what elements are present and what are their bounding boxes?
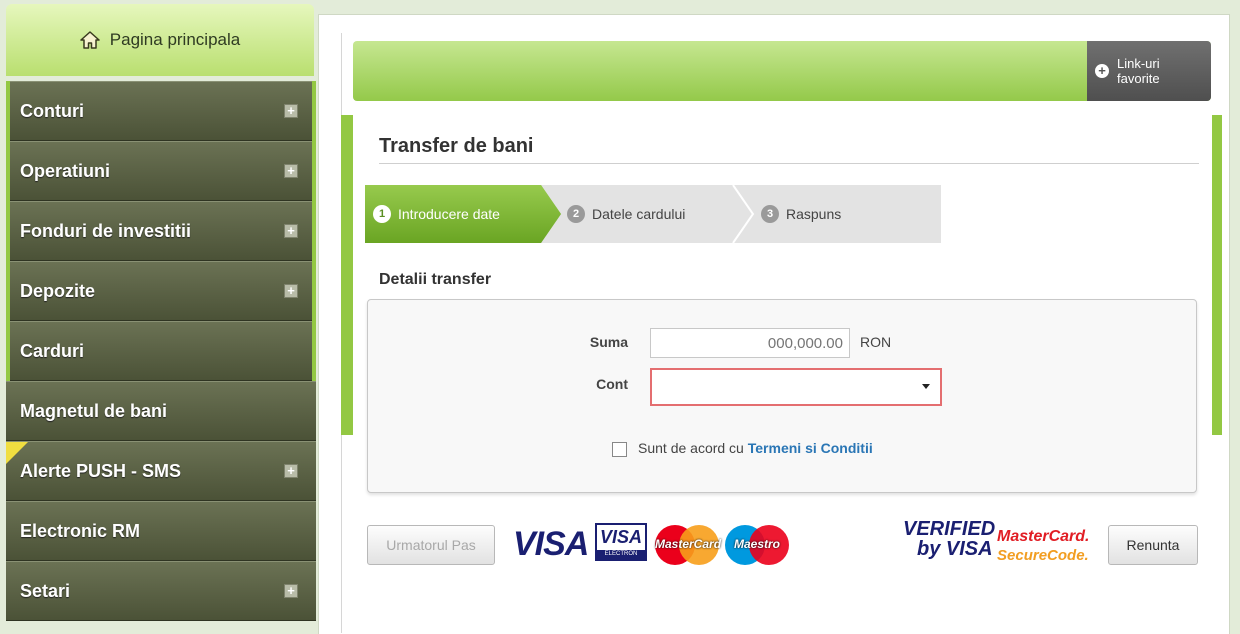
next-step-button[interactable]: Urmatorul Pas: [367, 525, 495, 565]
expand-icon[interactable]: +: [284, 584, 298, 598]
maestro-text: Maestro: [733, 537, 780, 551]
home-icon: [80, 31, 100, 49]
sidebar-item-label: Magnetul de bani: [20, 400, 168, 421]
by-visa-text: by VISA: [917, 538, 993, 560]
step-3: 3 Raspuns: [761, 185, 841, 243]
dropdown-arrow-icon: [922, 384, 930, 389]
sidebar-item-conturi[interactable]: Conturi +: [6, 81, 316, 141]
new-badge-icon: [6, 442, 28, 464]
sidebar-item-alerte[interactable]: Alerte PUSH - SMS +: [6, 441, 316, 501]
terms-checkbox[interactable]: [612, 442, 627, 457]
sidebar: Pagina principala Conturi + Operatiuni +…: [6, 4, 316, 634]
sidebar-item-fonduri[interactable]: Fonduri de investitii +: [6, 201, 316, 261]
visa-electron-text: VISA: [600, 527, 643, 547]
step-label: Introducere date: [398, 206, 500, 222]
sidebar-menu: Conturi + Operatiuni + Fonduri de invest…: [6, 81, 316, 621]
home-link[interactable]: Pagina principala: [6, 4, 314, 76]
agree-text: Sunt de acord cu: [638, 440, 744, 456]
expand-icon[interactable]: +: [284, 104, 298, 118]
visa-electron-logo: VISA ELECTRON: [595, 523, 647, 561]
wizard-steps: 1 Introducere date 2 Datele cardului 3 R…: [365, 185, 941, 243]
step-number: 1: [373, 205, 391, 223]
terms-link[interactable]: Termeni si Conditii: [748, 440, 873, 456]
sidebar-item-label: Depozite: [20, 280, 96, 301]
home-label: Pagina principala: [109, 30, 241, 49]
sidebar-accent-right: [312, 81, 316, 381]
step-number: 2: [567, 205, 585, 223]
favorites-label-line1: Link-uri: [1117, 56, 1160, 71]
securecode-brand-text: MasterCard.: [997, 528, 1090, 545]
content-accent-left: [341, 115, 353, 435]
verified-text: VERIFIED: [903, 518, 996, 540]
expand-icon[interactable]: +: [284, 164, 298, 178]
sidebar-item-electronic-rm[interactable]: Electronic RM: [6, 501, 316, 561]
sidebar-item-label: Electronic RM: [20, 520, 141, 541]
visa-logo: VISA: [513, 525, 589, 563]
terms-text: Sunt de acord cu Termeni si Conditii: [638, 440, 873, 456]
securecode-text: SecureCode.: [997, 547, 1089, 564]
verified-by-visa-logo: VERIFIED by VISA: [903, 519, 995, 559]
amount-label: Suma: [589, 334, 628, 350]
main-panel: + Link-uri favorite Transfer de bani 1 I…: [318, 14, 1230, 634]
sidebar-item-label: Setari: [20, 580, 71, 601]
electron-text: ELECTRON: [597, 550, 645, 559]
expand-icon[interactable]: +: [284, 224, 298, 238]
section-title: Detalii transfer: [379, 271, 492, 288]
expand-icon[interactable]: +: [284, 464, 298, 478]
sidebar-item-depozite[interactable]: Depozite +: [6, 261, 316, 321]
expand-icon[interactable]: +: [284, 284, 298, 298]
sidebar-accent-left: [6, 81, 10, 381]
add-circle-icon: +: [1095, 64, 1109, 78]
sidebar-item-label: Carduri: [20, 340, 85, 361]
mastercard-logo: MasterCard: [655, 525, 722, 565]
sidebar-item-operatiuni[interactable]: Operatiuni +: [6, 141, 316, 201]
sidebar-item-label: Alerte PUSH - SMS: [20, 460, 182, 481]
sidebar-item-carduri[interactable]: Carduri: [6, 321, 316, 381]
step-number: 3: [761, 205, 779, 223]
page-title: Transfer de bani: [379, 135, 1199, 164]
sidebar-item-setari[interactable]: Setari +: [6, 561, 316, 621]
step-2: 2 Datele cardului: [567, 185, 685, 243]
step-1: 1 Introducere date: [373, 185, 500, 243]
sidebar-item-label: Operatiuni: [20, 160, 111, 181]
mastercard-text: MasterCard: [655, 537, 722, 551]
account-label: Cont: [596, 376, 628, 392]
transfer-form: Suma RON Cont Sunt de acord cu Termeni s…: [367, 299, 1197, 493]
sidebar-item-label: Conturi: [20, 100, 84, 121]
currency-label: RON: [860, 334, 892, 350]
step-label: Raspuns: [786, 206, 842, 222]
favorites-button[interactable]: + Link-uri favorite: [1087, 41, 1211, 101]
sidebar-item-label: Fonduri de investitii: [20, 220, 192, 241]
cancel-button[interactable]: Renunta: [1108, 525, 1198, 565]
favorites-label-line2: favorite: [1117, 71, 1160, 86]
step-label: Datele cardului: [592, 206, 686, 222]
maestro-logo: Maestro: [725, 525, 789, 565]
account-select[interactable]: [650, 368, 942, 406]
mastercard-securecode-logo: MasterCard. SecureCode.: [997, 527, 1089, 565]
amount-input[interactable]: [650, 328, 850, 358]
sidebar-item-magnetul[interactable]: Magnetul de bani: [6, 381, 316, 441]
top-bar: + Link-uri favorite: [353, 41, 1211, 101]
content-accent-right: [1212, 115, 1222, 435]
